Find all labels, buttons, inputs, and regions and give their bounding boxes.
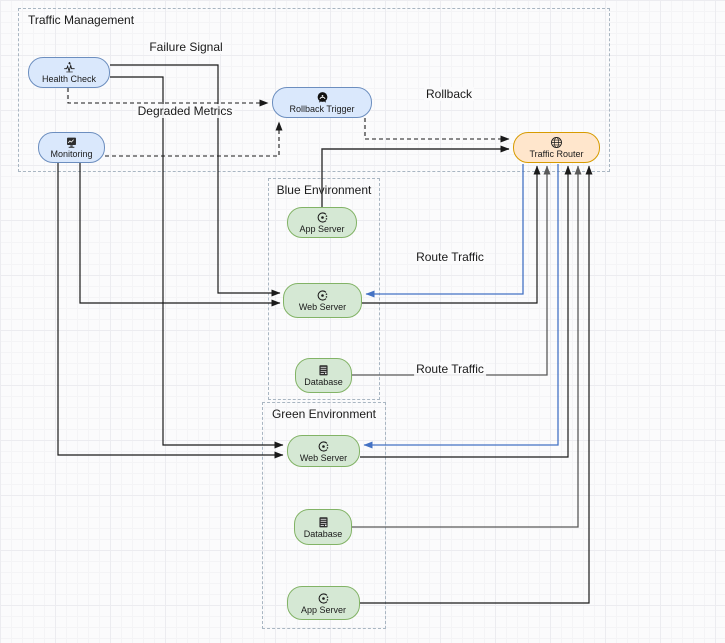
node-label-green-web-server: Web Server bbox=[299, 452, 348, 463]
node-traffic-router[interactable]: Traffic Router bbox=[513, 132, 600, 163]
node-label-rollback-trigger: Rollback Trigger bbox=[289, 104, 355, 114]
node-label-green-app-server: App Server bbox=[300, 604, 347, 615]
node-green-database[interactable]: Database bbox=[294, 509, 352, 545]
node-blue-web-server[interactable]: Web Server bbox=[283, 283, 362, 318]
edge-green-appserver-router[interactable] bbox=[360, 165, 593, 604]
database-icon bbox=[318, 516, 328, 528]
edge-monitoring-green-webserver[interactable] bbox=[57, 163, 284, 459]
node-green-app-server[interactable]: App Server bbox=[287, 586, 360, 620]
node-rollback-trigger[interactable]: Rollback Trigger bbox=[272, 87, 372, 118]
node-label-blue-app-server: App Server bbox=[299, 224, 345, 234]
health-check-icon bbox=[63, 61, 75, 73]
node-label-health-check: Health Check bbox=[41, 74, 97, 84]
edge-router-blue-webserver[interactable] bbox=[365, 164, 524, 298]
web-server-icon bbox=[318, 440, 329, 452]
edge-blue-webserver-router[interactable] bbox=[362, 165, 541, 304]
node-blue-database[interactable]: Database bbox=[295, 358, 352, 393]
edge-label-degraded-metrics[interactable]: Degraded Metrics bbox=[135, 104, 235, 118]
node-health-check[interactable]: Health Check bbox=[28, 57, 110, 88]
edge-label-route-traffic-blue[interactable]: Route Traffic bbox=[414, 250, 486, 264]
edge-healthcheck-green-webserver[interactable] bbox=[110, 76, 284, 449]
edge-green-database-router[interactable] bbox=[352, 165, 582, 528]
node-label-blue-database: Database bbox=[304, 377, 343, 387]
alarm-icon bbox=[316, 91, 328, 103]
edge-healthcheck-blue-webserver[interactable] bbox=[110, 64, 281, 297]
edge-label-failure-signal[interactable]: Failure Signal bbox=[147, 40, 225, 54]
edge-rollbacktrigger-router[interactable] bbox=[364, 118, 510, 143]
globe-icon bbox=[551, 137, 562, 148]
app-server-icon bbox=[317, 212, 328, 223]
node-label-traffic-router: Traffic Router bbox=[529, 149, 584, 159]
monitoring-icon bbox=[66, 137, 77, 149]
edge-label-route-traffic-green[interactable]: Route Traffic bbox=[414, 362, 486, 376]
edge-monitoring-blue-webserver[interactable] bbox=[79, 163, 281, 307]
edge-label-rollback[interactable]: Rollback bbox=[423, 87, 475, 101]
node-green-web-server[interactable]: Web Server bbox=[287, 435, 360, 467]
node-blue-app-server[interactable]: App Server bbox=[287, 207, 357, 238]
edge-monitoring-rollbacktrigger[interactable] bbox=[105, 121, 283, 157]
node-monitoring[interactable]: Monitoring bbox=[38, 132, 105, 163]
node-label-blue-web-server: Web Server bbox=[298, 302, 347, 312]
edge-healthcheck-rollbacktrigger[interactable] bbox=[67, 88, 269, 107]
edge-blue-appserver-router[interactable] bbox=[321, 145, 510, 207]
node-label-green-database: Database bbox=[303, 528, 343, 539]
web-server-icon bbox=[317, 290, 328, 301]
diagram-canvas[interactable]: Traffic Management Blue Environment Gree… bbox=[0, 0, 725, 643]
edge-blue-database-router[interactable] bbox=[352, 165, 551, 376]
node-label-monitoring: Monitoring bbox=[50, 149, 93, 159]
edge-router-green-webserver[interactable] bbox=[363, 164, 559, 449]
app-server-icon bbox=[318, 592, 329, 604]
database-icon bbox=[319, 364, 328, 376]
